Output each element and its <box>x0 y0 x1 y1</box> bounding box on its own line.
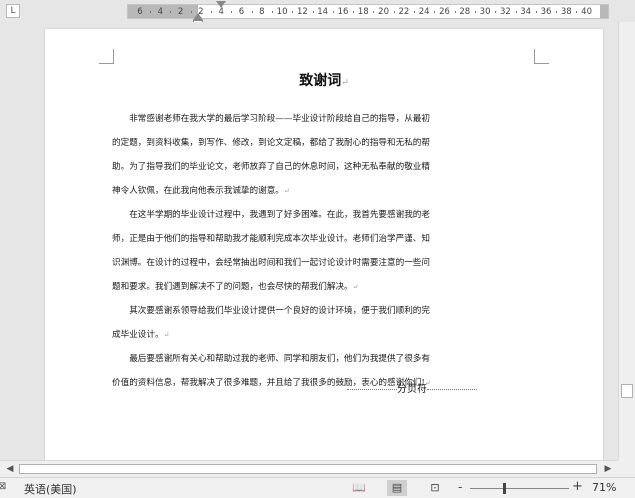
ruler-tick-label: 34 <box>520 7 532 17</box>
line-text: 题和要求。我们遇到解决不了的问题，也会尽快的帮我们解决。 <box>112 282 353 292</box>
ruler-tick-label: 12 <box>296 7 308 17</box>
line-text: 成毕业设计。 <box>112 330 164 340</box>
page-break-label: 分页符 <box>397 384 427 395</box>
line-text: 其次要感谢系领导给我们毕业设计提供一个良好的设计环境，便于我们顺利的完 <box>129 306 430 316</box>
crop-mark-top-left <box>99 49 114 64</box>
text-line: 题和要求。我们遇到解决不了的问题，也会尽快的帮我们解决。↵ <box>112 275 536 299</box>
status-bar: ⊠ 英语(美国) 📖 ▤ ⊡ - + 71% <box>0 477 635 498</box>
web-layout-icon[interactable]: ⊡ <box>425 480 445 496</box>
ruler-tick-label: 30 <box>479 7 491 17</box>
ruler-tick-label: 28 <box>459 7 471 17</box>
paragraph-mark: ↵ <box>341 78 349 88</box>
text-line: 在这半学期的毕业设计过程中，我遇到了好多困难。在此，我首先要感谢我的老 <box>112 203 536 227</box>
text-line: 非常感谢老师在我大学的最后学习阶段——毕业设计阶段给自己的指导，从最初 <box>112 107 536 131</box>
vertical-scrollbar[interactable] <box>618 22 635 460</box>
ruler-tick-label: 4 <box>157 7 163 17</box>
scrollbar-corner <box>618 460 635 477</box>
zoom-in-button[interactable]: + <box>572 479 583 494</box>
line-text: 的定题，到资料收集，到写作、修改，到论文定稿，都给了我耐心的指导和无私的帮 <box>112 138 430 148</box>
line-text: 非常感谢老师在我大学的最后学习阶段——毕业设计阶段给自己的指导，从最初 <box>129 114 430 124</box>
horizontal-scroll-thumb[interactable] <box>19 464 597 474</box>
document-body[interactable]: 非常感谢老师在我大学的最后学习阶段——毕业设计阶段给自己的指导，从最初的定题，到… <box>112 107 536 395</box>
ruler-tick-label: 16 <box>337 7 349 17</box>
text-line: 其次要感谢系领导给我们毕业设计提供一个良好的设计环境，便于我们顺利的完 <box>112 299 536 323</box>
ruler-tick-label: 22 <box>398 7 410 17</box>
first-line-indent-marker[interactable] <box>216 1 226 8</box>
proofing-icon[interactable]: ⊠ <box>0 481 6 492</box>
print-layout-icon[interactable]: ▤ <box>387 480 407 496</box>
zoom-slider-thumb[interactable] <box>503 483 506 494</box>
text-line: 成毕业设计。↵ <box>112 323 536 347</box>
ruler-bar: L 6 4 2 2 4 6 8 10 12 14 16 18 20 22 24 26 28 30 32 34 36 38 4… <box>0 0 635 26</box>
ruler-tick-label: 36 <box>540 7 552 17</box>
line-text: 最后要感谢所有关心和帮助过我的老师、同学和朋友们，他们为我提供了很多有 <box>129 354 430 364</box>
scroll-right-icon[interactable]: ▶ <box>601 462 615 476</box>
paragraph-mark: ↵ <box>163 331 170 339</box>
vertical-scroll-thumb[interactable] <box>621 384 633 398</box>
text-line: 师，正是由于他们的指导和帮助我才能顺利完成本次毕业设计。老师们治学严谨、知 <box>112 227 536 251</box>
ruler-tick-label: 8 <box>259 7 265 17</box>
ruler-tick-label: 6 <box>238 7 245 17</box>
text-line: 最后要感谢所有关心和帮助过我的老师、同学和朋友们，他们为我提供了很多有 <box>112 347 536 371</box>
paragraph-mark: ↵ <box>283 187 290 195</box>
page-break-dots-right <box>427 388 477 390</box>
text-line: 识渊博。在设计的过程中，会经常抽出时间和我们一起讨论设计时需要注意的一些问 <box>112 251 536 275</box>
title-text: 致谢词 <box>299 73 342 89</box>
zoom-level[interactable]: 71% <box>592 481 616 494</box>
ruler-tick-label: 32 <box>499 7 511 17</box>
ruler-tick-label: 20 <box>378 7 389 17</box>
ruler-tick-label: 6 <box>137 7 143 17</box>
read-mode-icon[interactable]: 📖 <box>349 480 369 496</box>
zoom-out-button[interactable]: - <box>458 480 462 494</box>
line-text: 识渊博。在设计的过程中，会经常抽出时间和我们一起讨论设计时需要注意的一些问 <box>112 258 430 268</box>
page-break-dots-left <box>347 388 397 390</box>
ruler-tick-label: 26 <box>439 7 450 17</box>
document-canvas[interactable]: 致谢词↵ 非常感谢老师在我大学的最后学习阶段——毕业设计阶段给自己的指导，从最初… <box>0 22 618 460</box>
paragraph-mark: ↵ <box>352 283 359 291</box>
ruler-tick-label: 2 <box>177 7 184 17</box>
document-page[interactable]: 致谢词↵ 非常感谢老师在我大学的最后学习阶段——毕业设计阶段给自己的指导，从最初… <box>45 29 603 460</box>
ruler-tick-label: 18 <box>357 7 369 17</box>
ruler-tick-label: 40 <box>581 7 592 17</box>
line-text: 师，正是由于他们的指导和帮助我才能顺利完成本次毕业设计。老师们治学严谨、知 <box>112 234 430 244</box>
line-text: 助。为了指导我们的毕业论文，老师放弃了自己的休息时间，这种无私奉献的敬业精 <box>112 162 430 172</box>
hanging-indent-marker[interactable] <box>193 13 203 20</box>
ruler-tick-label: 10 <box>276 7 288 17</box>
line-text: 在这半学期的毕业设计过程中，我遇到了好多困难。在此，我首先要感谢我的老 <box>129 210 430 220</box>
ruler-tick-label: 14 <box>317 7 329 17</box>
ruler-right-margin <box>600 5 608 18</box>
scroll-left-icon[interactable]: ◀ <box>3 462 17 476</box>
language-indicator[interactable]: 英语(美国) <box>24 481 77 497</box>
page-break: 分页符 <box>327 384 497 396</box>
zoom-slider-track[interactable] <box>470 488 569 489</box>
document-title[interactable]: 致谢词↵ <box>45 70 603 90</box>
tab-selector-button[interactable]: L <box>6 4 20 18</box>
text-line: 助。为了指导我们的毕业论文，老师放弃了自己的休息时间，这种无私奉献的敬业精 <box>112 155 536 179</box>
horizontal-scrollbar[interactable]: ◀ ▶ <box>0 460 618 477</box>
crop-mark-top-right <box>534 49 549 64</box>
text-line: 的定题，到资料收集，到写作、修改，到论文定稿，都给了我耐心的指导和无私的帮 <box>112 131 536 155</box>
ruler-tick-label: 38 <box>560 7 572 17</box>
line-text: 神令人钦佩，在此我向他表示我诚挚的谢意。 <box>112 186 284 196</box>
text-line: 神令人钦佩，在此我向他表示我诚挚的谢意。↵ <box>112 179 536 203</box>
ruler-tick-label: 24 <box>418 7 430 17</box>
